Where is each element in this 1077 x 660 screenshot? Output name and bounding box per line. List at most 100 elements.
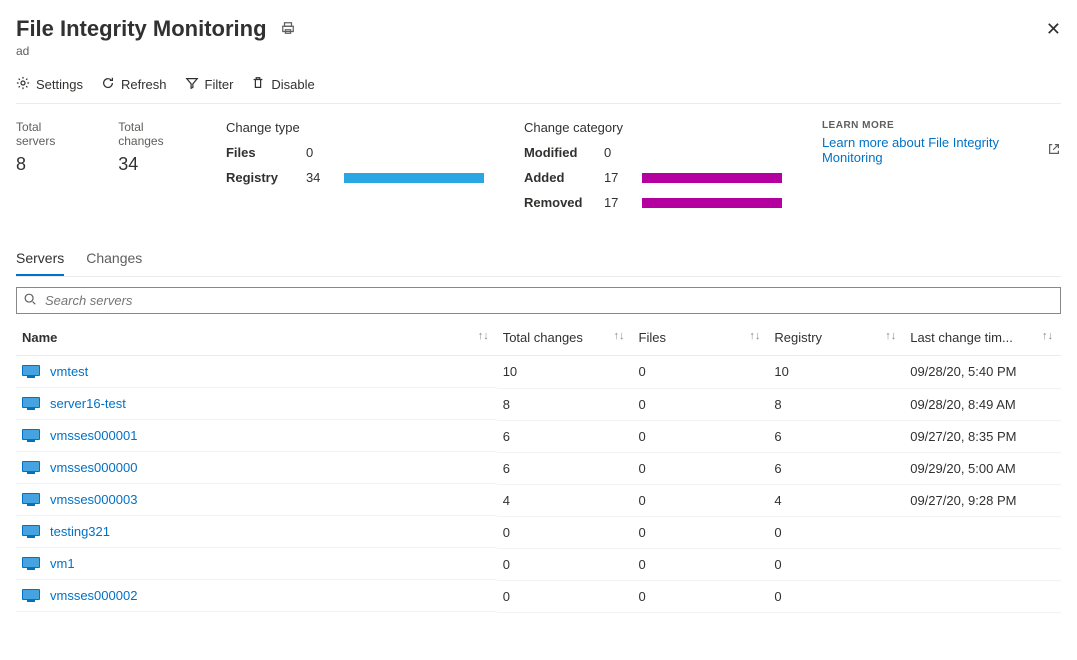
table-row: vmsses00000060609/29/20, 5:00 AM [16,452,1061,484]
row-total-changes: 0 [497,516,633,548]
close-icon[interactable]: ✕ [1046,19,1061,40]
row-last-change [904,548,1061,580]
row-total-changes: 0 [497,548,633,580]
change-category-modified-label: Modified [524,145,590,160]
vm-icon [22,557,40,571]
change-category-removed-value: 17 [604,195,628,210]
change-type-registry-value: 34 [306,170,330,185]
refresh-button[interactable]: Refresh [101,76,167,93]
row-last-change: 09/29/20, 5:00 AM [904,452,1061,484]
total-changes-value: 34 [118,154,186,175]
row-total-changes: 6 [497,420,633,452]
col-name[interactable]: Name ↑↓ [16,320,497,356]
table-row: vmsses00000340409/27/20, 9:28 PM [16,484,1061,516]
change-category-removed-label: Removed [524,195,590,210]
vm-icon [22,365,40,379]
server-link[interactable]: server16-test [50,396,126,411]
change-category-added-value: 17 [604,170,628,185]
row-files: 0 [633,548,769,580]
vm-icon [22,429,40,443]
table-row: testing321000 [16,516,1061,548]
learn-more-heading: LEARN MORE [822,120,1061,131]
row-registry: 6 [768,452,904,484]
col-files[interactable]: Files↑↓ [633,320,769,356]
vm-icon [22,397,40,411]
col-total-changes-label: Total changes [503,330,583,345]
row-files: 0 [633,516,769,548]
table-row: server16-test80809/28/20, 8:49 AM [16,388,1061,420]
server-link[interactable]: vm1 [50,556,75,571]
row-registry: 0 [768,516,904,548]
change-category-added-bar [642,173,782,183]
server-link[interactable]: testing321 [50,524,110,539]
row-name-cell: testing321 [16,516,497,548]
row-name-cell: vmsses000000 [16,452,497,484]
search-input[interactable] [43,292,1054,309]
search-icon [23,292,37,309]
change-category-modified-value: 0 [604,145,628,160]
row-name-cell: vmsses000001 [16,420,497,452]
filter-button[interactable]: Filter [185,76,234,93]
row-total-changes: 6 [497,452,633,484]
change-category-block: Change category Modified 0 Added 17 Remo… [524,120,782,210]
row-total-changes: 8 [497,388,633,420]
server-link[interactable]: vmsses000002 [50,588,137,603]
col-total-changes[interactable]: Total changes ↑↓ [497,320,633,356]
learn-more-link[interactable]: Learn more about File Integrity Monitori… [822,135,1061,165]
trash-icon [251,76,265,93]
refresh-label: Refresh [121,77,167,92]
row-files: 0 [633,484,769,516]
col-last-change[interactable]: Last change tim...↑↓ [904,320,1061,356]
change-type-registry-label: Registry [226,170,292,185]
vm-icon [22,461,40,475]
row-files: 0 [633,356,769,389]
col-registry[interactable]: Registry↑↓ [768,320,904,356]
row-last-change: 09/28/20, 8:49 AM [904,388,1061,420]
total-changes-label: Total changes [118,120,186,148]
change-type-files-value: 0 [306,145,330,160]
tab-changes[interactable]: Changes [86,242,142,276]
total-servers-label: Total servers [16,120,78,148]
row-total-changes: 0 [497,580,633,612]
vm-icon [22,589,40,603]
change-category-label: Change category [524,120,782,135]
settings-button[interactable]: Settings [16,76,83,93]
row-files: 0 [633,420,769,452]
row-last-change: 09/27/20, 8:35 PM [904,420,1061,452]
server-link[interactable]: vmtest [50,364,88,379]
row-total-changes: 10 [497,356,633,389]
print-icon[interactable] [281,21,295,38]
table-row: vmsses000002000 [16,580,1061,612]
refresh-icon [101,76,115,93]
settings-label: Settings [36,77,83,92]
row-name-cell: vmtest [16,356,497,388]
row-last-change: 09/27/20, 9:28 PM [904,484,1061,516]
change-type-label: Change type [226,120,484,135]
sort-icon: ↑↓ [614,330,625,342]
server-link[interactable]: vmsses000000 [50,460,137,475]
table-row: vmtest1001009/28/20, 5:40 PM [16,356,1061,389]
server-link[interactable]: vmsses000001 [50,428,137,443]
row-registry: 10 [768,356,904,389]
total-servers-block: Total servers 8 [16,120,78,210]
disable-button[interactable]: Disable [251,76,314,93]
change-type-files-label: Files [226,145,292,160]
row-files: 0 [633,580,769,612]
row-last-change: 09/28/20, 5:40 PM [904,356,1061,389]
search-input-wrapper[interactable] [16,287,1061,314]
filter-icon [185,76,199,93]
col-registry-label: Registry [774,330,822,345]
tab-servers[interactable]: Servers [16,242,64,276]
learn-more-block: LEARN MORE Learn more about File Integri… [822,120,1061,210]
page-title: File Integrity Monitoring [16,16,267,42]
server-link[interactable]: vmsses000003 [50,492,137,507]
row-registry: 8 [768,388,904,420]
col-name-label: Name [22,330,57,345]
sort-icon: ↑↓ [478,330,489,342]
vm-icon [22,493,40,507]
change-category-added-label: Added [524,170,590,185]
total-servers-value: 8 [16,154,78,175]
change-category-removed-bar [642,198,782,208]
change-type-block: Change type Files 0 Registry 34 [226,120,484,210]
row-last-change [904,580,1061,612]
